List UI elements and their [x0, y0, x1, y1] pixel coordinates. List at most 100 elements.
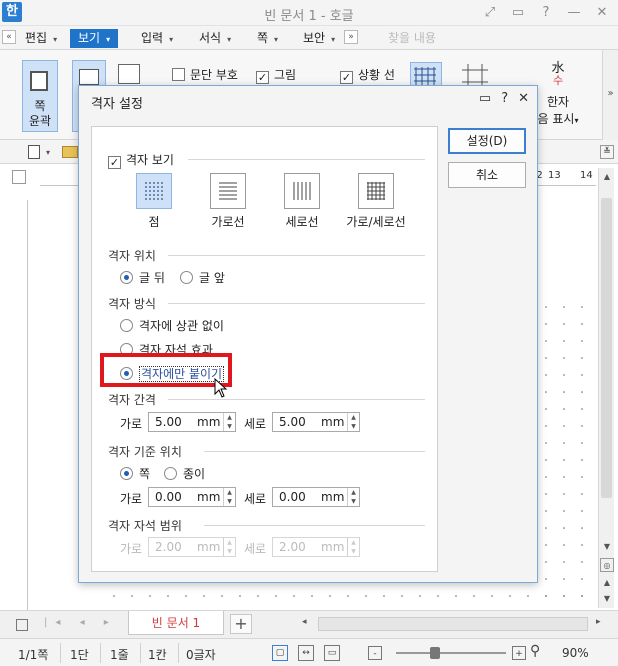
multi-page-icon[interactable]: ▭	[324, 645, 340, 661]
spinner-icon: ▲ ▼	[223, 538, 235, 556]
grid-vertical-option[interactable]	[284, 173, 320, 209]
help-icon[interactable]: ?	[536, 3, 556, 23]
spacing-horizontal-input[interactable]: 5.00 mm ▲ ▼	[148, 412, 236, 432]
position-front-radio[interactable]: 글 앞	[180, 269, 225, 286]
ruler-corner-icon[interactable]	[12, 170, 26, 184]
page-down-icon[interactable]: ▼	[600, 592, 614, 606]
zoom-slider-knob[interactable]	[430, 647, 440, 659]
origin-page-radio[interactable]: 쪽	[120, 465, 150, 482]
menu-insert[interactable]: 입력 ▾	[138, 29, 176, 48]
status-line-checkbox[interactable]: ✓	[340, 71, 353, 84]
cancel-button[interactable]: 취소	[448, 162, 526, 188]
ribbon-scroll-icon[interactable]: »	[602, 50, 618, 140]
hscroll-left-icon[interactable]: ◂	[302, 617, 307, 627]
tab-list-icon[interactable]	[16, 619, 28, 631]
tab-document-1[interactable]: 빈 문서 1	[128, 611, 224, 635]
picture-icon	[79, 69, 99, 85]
prev-page-icon[interactable]: ◎	[600, 558, 614, 572]
ok-button[interactable]: 설정(D)	[448, 128, 526, 154]
width-view-icon[interactable]: ↔	[298, 645, 314, 661]
zoom-slider-track[interactable]	[396, 652, 506, 654]
zoom-in-icon[interactable]: +	[512, 646, 526, 660]
grid-origin-title: 격자 기준 위치	[108, 445, 182, 459]
page-outline-button[interactable]: 쪽 윤곽	[22, 60, 58, 132]
zoom-level[interactable]: 90%	[562, 646, 589, 660]
zoom-search-icon[interactable]: ⚲	[530, 643, 540, 659]
grid-method-title: 격자 방식	[108, 297, 156, 311]
zoom-out-icon[interactable]: -	[368, 646, 382, 660]
grid-dot-option[interactable]	[136, 173, 172, 209]
fullscreen-icon[interactable]: ⤢	[480, 3, 500, 23]
grid-horizontal-option[interactable]	[210, 173, 246, 209]
dialog-title: 격자 설정	[91, 97, 143, 112]
open-folder-icon[interactable]	[62, 146, 78, 158]
page-view-icon[interactable]: ▢	[272, 645, 288, 661]
magnet-horizontal-input: 2.00 mm ▲ ▼	[148, 537, 236, 557]
status-col: 1칸	[148, 648, 167, 662]
status-bar: 1/1쪽 1단 1줄 1칸 0글자 ▢ ↔ ▭ - + ⚲ 90%	[0, 638, 618, 666]
scroll-up-icon[interactable]: ▲	[600, 170, 614, 184]
grid-position-title: 격자 위치	[108, 249, 156, 263]
paragraph-mark-check[interactable]: 문단 부호	[172, 66, 238, 83]
origin-horizontal-input[interactable]: 0.00 mm ▲ ▼	[148, 487, 236, 507]
horizontal-scrollbar[interactable]	[318, 617, 588, 631]
grid-both-option[interactable]	[358, 173, 394, 209]
menu-security[interactable]: 보안 ▾	[300, 29, 338, 48]
spinner-icon[interactable]: ▲ ▼	[223, 488, 235, 506]
dot-grid-icon	[145, 182, 163, 200]
spacing-horizontal-label: 가로	[120, 417, 143, 431]
restore-icon[interactable]: ▭	[508, 3, 528, 23]
position-behind-radio[interactable]: 글 뒤	[120, 269, 165, 286]
page-up-icon[interactable]: ▲	[600, 576, 614, 590]
grid-view-check[interactable]: ✓ 격자 보기	[108, 151, 174, 169]
origin-vertical-input[interactable]: 0.00 mm ▲ ▼	[272, 487, 360, 507]
dialog-panel: ✓ 격자 보기 점 가로선 세로선 가로/세로선 격자 위치 글 뒤 글 앞 격…	[91, 126, 438, 572]
scroll-thumb[interactable]	[601, 198, 612, 498]
toolbar-expand-icon[interactable]: ≚	[600, 145, 614, 159]
mouse-cursor-icon	[214, 378, 228, 398]
grid-lines-icon	[367, 182, 385, 200]
ruler-number: 14	[580, 170, 593, 181]
scroll-down-icon[interactable]: ▼	[600, 540, 614, 554]
magnet-horizontal-label: 가로	[120, 542, 143, 556]
title-bar: 한 빈 문서 1 - 호글 ⤢ ▭ ? — ✕	[0, 0, 618, 26]
spinner-icon[interactable]: ▲ ▼	[223, 413, 235, 431]
minimize-icon[interactable]: —	[564, 3, 584, 23]
menu-scroll-left-icon[interactable]: «	[2, 30, 16, 44]
close-icon[interactable]: ✕	[592, 3, 612, 23]
grid-view-checkbox[interactable]: ✓	[108, 156, 121, 169]
origin-paper-radio[interactable]: 종이	[164, 465, 205, 482]
spinner-icon[interactable]: ▲ ▼	[347, 413, 359, 431]
menu-view[interactable]: 보기 ▾	[70, 29, 119, 48]
status-column: 1단	[70, 648, 89, 662]
dialog-menu-icon[interactable]: ▭	[479, 91, 491, 106]
paragraph-mark-checkbox[interactable]	[172, 68, 185, 81]
picture-checkbox[interactable]: ✓	[256, 71, 269, 84]
menu-search-input[interactable]: 찾을 내용	[384, 30, 584, 47]
grid-settings-dialog: 격자 설정 ▭ ? ✕ 설정(D) 취소 ✓ 격자 보기 점 가로선 세로선 가…	[78, 85, 538, 583]
hscroll-right-icon[interactable]: ▸	[596, 617, 601, 627]
grid-spacing-title: 격자 간격	[108, 393, 156, 407]
add-tab-button[interactable]: +	[230, 614, 252, 634]
dialog-close-icon[interactable]: ✕	[518, 91, 529, 106]
page-outline-label: 쪽 윤곽	[28, 99, 52, 128]
highlight-annotation	[100, 353, 232, 387]
status-line-check[interactable]: ✓ 상황 선	[340, 66, 395, 84]
vertical-scrollbar[interactable]: ▲ ▼ ◎ ▲ ▼	[598, 168, 614, 608]
origin-vertical-label: 세로	[244, 492, 267, 506]
new-document-icon[interactable]	[28, 145, 40, 159]
menu-edit[interactable]: 편집 ▾	[22, 29, 60, 48]
dialog-help-icon[interactable]: ?	[501, 91, 508, 106]
menu-scroll-right-icon[interactable]: »	[344, 30, 358, 44]
ruler-number: 13	[548, 170, 561, 181]
new-dropdown-icon[interactable]: ▾	[46, 148, 50, 157]
screen-icon[interactable]	[118, 64, 140, 84]
menu-page[interactable]: 쪽 ▾	[254, 29, 281, 48]
spacing-vertical-input[interactable]: 5.00 mm ▲ ▼	[272, 412, 360, 432]
spacing-vertical-label: 세로	[244, 417, 267, 431]
picture-check[interactable]: ✓ 그림	[256, 66, 296, 84]
method-ignore-radio[interactable]: 격자에 상관 없이	[120, 317, 224, 334]
spinner-icon[interactable]: ▲ ▼	[347, 488, 359, 506]
menu-format[interactable]: 서식 ▾	[196, 29, 234, 48]
vertical-ruler	[10, 200, 28, 610]
